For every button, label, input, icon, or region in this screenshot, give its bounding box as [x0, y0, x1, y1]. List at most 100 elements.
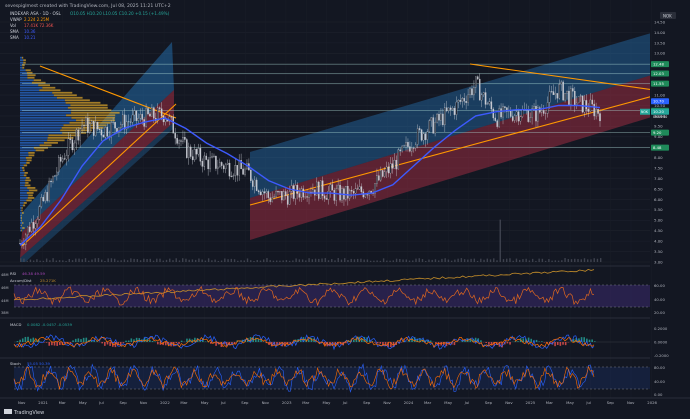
volume-profile-bar-up	[20, 225, 21, 227]
volume-profile-bar-up	[20, 169, 23, 171]
candle-body	[180, 141, 181, 142]
time-tick-label: Jul	[98, 400, 104, 405]
candle-body	[306, 197, 307, 198]
candle-body	[557, 93, 558, 98]
time-tick-label: Sep	[363, 400, 371, 405]
price-tick-label: 13.50	[654, 40, 666, 45]
volume-bar	[124, 259, 125, 262]
macd-hist-bar	[56, 342, 58, 346]
volume-profile-bar-up	[20, 97, 57, 99]
volume-profile-bar-down	[23, 169, 25, 171]
candle-body	[559, 84, 560, 98]
volume-bar	[393, 260, 394, 262]
volume-bar	[23, 259, 24, 262]
volume-profile-bar-down	[34, 79, 41, 81]
volume-bar	[396, 259, 397, 262]
macd-hist-bar	[131, 338, 133, 342]
volume-profile-bar-up	[20, 67, 22, 69]
volume-bar	[422, 259, 423, 262]
volume-bar	[354, 259, 355, 262]
candle-body	[78, 130, 79, 140]
macd-title: MACD	[10, 322, 21, 327]
candle-body	[175, 133, 176, 138]
macd-hist-bar	[480, 340, 482, 342]
candle-body	[289, 191, 290, 204]
candle-body	[563, 82, 564, 100]
rsi-tick-20: 20.00	[654, 310, 665, 315]
macd-hist-bar	[353, 340, 355, 342]
candle-body	[136, 111, 137, 121]
volume-bar	[360, 259, 361, 262]
volume-bar	[214, 260, 215, 262]
volume-profile-bar-down	[38, 84, 50, 86]
candle-body	[177, 138, 178, 143]
candle-body	[190, 147, 191, 157]
candle-body	[407, 142, 408, 146]
candle-body	[444, 108, 445, 125]
time-tick-label: May	[323, 400, 332, 405]
volume-profile-bar-up	[20, 192, 27, 194]
volume-profile-bar-up	[20, 159, 27, 161]
time-tick-label: Jul	[585, 400, 591, 405]
rsi-left-44m: 44M	[1, 299, 8, 303]
candle-body	[533, 106, 534, 108]
price-tick-label: 7.00	[654, 176, 663, 181]
volume-profile-bar-down	[70, 104, 107, 106]
volume-bar	[172, 260, 173, 262]
candle-body	[56, 172, 57, 176]
currency-label: NOK	[663, 13, 672, 18]
macd-hist-bar	[530, 339, 532, 342]
candle-body	[330, 185, 331, 192]
price-tick-label: 6.50	[654, 186, 663, 191]
candle-body	[339, 185, 340, 200]
candle-body	[324, 196, 325, 199]
time-tick-label: May	[79, 400, 88, 405]
volume-bar	[480, 259, 481, 262]
sma1-value: 10.36	[24, 29, 36, 34]
time-tick-label: Sep	[485, 400, 493, 405]
volume-bar	[441, 259, 442, 262]
candle-body	[99, 129, 100, 130]
macd-hist-bar	[109, 342, 111, 346]
volume-bar	[500, 220, 501, 262]
volume-profile-bar-up	[20, 185, 25, 187]
volume-bar	[412, 260, 413, 262]
volume-bar	[260, 261, 261, 262]
volume-bar	[503, 259, 504, 262]
volume-bar	[218, 261, 219, 262]
price-badge-label: 9.20	[653, 130, 662, 135]
price-tick-label: 7.50	[654, 165, 663, 170]
volume-profile-bar-down	[22, 212, 24, 214]
vwap-values: 2.224 2.25M	[24, 17, 50, 22]
macd-hist-bar	[25, 337, 27, 342]
macd-tick-0: 0.0000	[654, 340, 668, 345]
candle-body	[458, 100, 459, 102]
candle-body	[184, 137, 185, 139]
volume-bar	[357, 259, 358, 262]
candle-body	[145, 108, 146, 126]
macd-hist-bar	[54, 342, 56, 346]
candle-body	[349, 190, 350, 198]
candle-body	[467, 95, 468, 103]
volume-bar	[305, 260, 306, 262]
volume-bar	[370, 261, 371, 262]
candle-body	[210, 158, 211, 169]
candle-body	[549, 91, 550, 102]
volume-bar	[347, 260, 348, 262]
volume-bar	[464, 259, 465, 262]
volume-bar	[234, 259, 235, 262]
candle-body	[89, 124, 90, 133]
volume-bar	[227, 259, 228, 262]
volume-bar	[542, 259, 543, 262]
candle-body	[411, 148, 412, 151]
price-tick-label: 4.50	[654, 228, 663, 233]
candle-body	[97, 122, 98, 129]
macd-hist-bar	[125, 341, 127, 342]
candle-body	[140, 114, 141, 118]
candle-body	[582, 96, 583, 112]
volume-bar	[179, 260, 180, 262]
volume-bar	[211, 260, 212, 262]
volume-profile-bar-down	[21, 225, 22, 227]
candle-body	[134, 111, 135, 115]
macd-hist-bar	[554, 342, 556, 346]
